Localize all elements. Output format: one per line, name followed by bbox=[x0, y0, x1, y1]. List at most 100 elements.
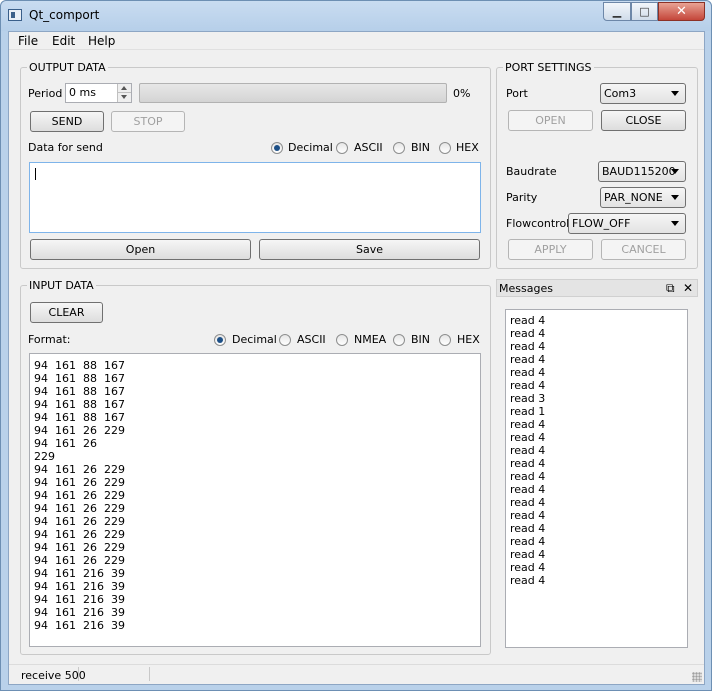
message-line: read 4 bbox=[510, 457, 546, 470]
in-radio-ascii-label: ASCII bbox=[297, 333, 326, 346]
in-radio-decimal[interactable] bbox=[214, 334, 226, 346]
message-line: read 4 bbox=[510, 496, 546, 509]
received-data-lines: 94 161 88 167 94 161 88 167 94 161 88 167 9… bbox=[34, 359, 125, 632]
port-settings-title: PORT SETTINGS bbox=[503, 61, 594, 74]
out-radio-decimal-label: Decimal bbox=[288, 141, 333, 154]
in-radio-hex[interactable] bbox=[439, 334, 451, 346]
apply-button[interactable]: APPLY bbox=[508, 239, 593, 260]
received-line: 94 161 26 229 bbox=[34, 554, 125, 567]
received-line: 94 161 26 229 bbox=[34, 476, 125, 489]
send-data-textbox[interactable] bbox=[29, 162, 481, 233]
received-line: 94 161 88 167 bbox=[34, 359, 125, 372]
message-line: read 4 bbox=[510, 470, 546, 483]
message-line: read 4 bbox=[510, 366, 546, 379]
out-radio-hex-label: HEX bbox=[456, 141, 479, 154]
received-line: 94 161 26 229 bbox=[34, 424, 125, 437]
out-radio-decimal[interactable] bbox=[271, 142, 283, 154]
period-label: Period bbox=[28, 87, 63, 100]
spin-up-icon[interactable] bbox=[118, 84, 131, 93]
in-radio-nmea-label: NMEA bbox=[354, 333, 387, 346]
apply-label: APPLY bbox=[534, 243, 567, 256]
chevron-down-icon bbox=[671, 195, 679, 200]
stop-button[interactable]: STOP bbox=[111, 111, 185, 132]
out-radio-hex[interactable] bbox=[439, 142, 451, 154]
in-radio-bin-label: BIN bbox=[411, 333, 431, 346]
save-file-button[interactable]: Save bbox=[259, 239, 480, 260]
message-line: read 4 bbox=[510, 379, 546, 392]
out-radio-ascii-label: ASCII bbox=[354, 141, 383, 154]
menu-edit[interactable]: Edit bbox=[52, 34, 75, 48]
send-progress-bar bbox=[139, 83, 447, 103]
send-button[interactable]: SEND bbox=[30, 111, 104, 132]
in-radio-nmea[interactable] bbox=[336, 334, 348, 346]
maximize-button[interactable]: □ bbox=[631, 2, 658, 21]
message-line: read 1 bbox=[510, 405, 546, 418]
baudrate-value: BAUD115200 bbox=[602, 165, 676, 178]
parity-combo[interactable]: PAR_NONE bbox=[600, 187, 686, 208]
message-line: read 4 bbox=[510, 535, 546, 548]
menu-file[interactable]: File bbox=[18, 34, 38, 48]
minimize-button[interactable]: ▁ bbox=[603, 2, 631, 21]
float-icon[interactable]: ⧉ bbox=[666, 281, 675, 296]
port-open-button[interactable]: OPEN bbox=[508, 110, 593, 131]
received-line: 94 161 26 229 bbox=[34, 489, 125, 502]
port-value: Com3 bbox=[604, 87, 637, 100]
open-file-button[interactable]: Open bbox=[30, 239, 251, 260]
received-data-textbox[interactable]: 94 161 88 167 94 161 88 167 94 161 88 167 9… bbox=[29, 353, 481, 647]
message-line: read 4 bbox=[510, 561, 546, 574]
port-combo[interactable]: Com3 bbox=[600, 83, 686, 104]
message-line: read 4 bbox=[510, 431, 546, 444]
flowcontrol-combo[interactable]: FLOW_OFF bbox=[568, 213, 686, 234]
spin-down-icon[interactable] bbox=[118, 93, 131, 102]
title-bar[interactable]: Qt_comport ▁ □ ✕ bbox=[1, 1, 711, 31]
close-window-button[interactable]: ✕ bbox=[658, 2, 705, 21]
resize-grip-icon[interactable] bbox=[692, 672, 702, 682]
close-icon[interactable]: ✕ bbox=[683, 281, 693, 295]
received-line: 229 bbox=[34, 450, 55, 463]
message-line: read 4 bbox=[510, 548, 546, 561]
message-line: read 4 bbox=[510, 327, 546, 340]
received-line: 94 161 26 229 bbox=[34, 502, 125, 515]
menu-help[interactable]: Help bbox=[88, 34, 115, 48]
messages-list[interactable]: read 4 read 4 read 4 read 4 read 4 read 4 read… bbox=[505, 309, 688, 648]
received-line: 94 161 26 bbox=[34, 437, 97, 450]
clear-button[interactable]: CLEAR bbox=[30, 302, 103, 323]
messages-dock-header: Messages ⧉ ✕ bbox=[496, 279, 698, 297]
in-radio-hex-label: HEX bbox=[457, 333, 480, 346]
cancel-button[interactable]: CANCEL bbox=[601, 239, 686, 260]
app-icon bbox=[8, 9, 22, 21]
baudrate-combo[interactable]: BAUD115200 bbox=[598, 161, 686, 182]
in-radio-ascii[interactable] bbox=[279, 334, 291, 346]
status-text: receive 500 bbox=[21, 669, 86, 682]
received-line: 94 161 216 39 bbox=[34, 580, 125, 593]
message-line: read 4 bbox=[510, 574, 546, 587]
message-line: read 4 bbox=[510, 340, 546, 353]
flowcontrol-value: FLOW_OFF bbox=[572, 217, 631, 230]
message-line: read 4 bbox=[510, 509, 546, 522]
period-spinbox[interactable]: 0 ms bbox=[65, 83, 132, 103]
menu-bar: File Edit Help bbox=[9, 32, 704, 50]
out-radio-ascii[interactable] bbox=[336, 142, 348, 154]
input-data-title: INPUT DATA bbox=[27, 279, 96, 292]
close-icon: ✕ bbox=[676, 4, 687, 19]
port-close-button[interactable]: CLOSE bbox=[601, 110, 686, 131]
received-line: 94 161 216 39 bbox=[34, 606, 125, 619]
out-radio-bin-label: BIN bbox=[411, 141, 431, 154]
received-line: 94 161 26 229 bbox=[34, 541, 125, 554]
received-line: 94 161 26 229 bbox=[34, 463, 125, 476]
output-data-group: OUTPUT DATA Period 0 ms 0% SEND STOP Dat… bbox=[20, 61, 491, 269]
message-line: read 4 bbox=[510, 483, 546, 496]
cancel-label: CANCEL bbox=[621, 243, 666, 256]
period-value: 0 ms bbox=[69, 86, 96, 99]
in-radio-decimal-label: Decimal bbox=[232, 333, 277, 346]
stop-label: STOP bbox=[133, 115, 163, 128]
chevron-down-icon bbox=[671, 221, 679, 226]
in-radio-bin[interactable] bbox=[393, 334, 405, 346]
baudrate-label: Baudrate bbox=[506, 165, 557, 178]
messages-lines: read 4 read 4 read 4 read 4 read 4 read 4 read… bbox=[510, 314, 545, 587]
received-line: 94 161 216 39 bbox=[34, 567, 125, 580]
progress-text: 0% bbox=[453, 87, 471, 100]
out-radio-bin[interactable] bbox=[393, 142, 405, 154]
port-label: Port bbox=[506, 87, 528, 100]
open-file-label: Open bbox=[125, 243, 156, 256]
